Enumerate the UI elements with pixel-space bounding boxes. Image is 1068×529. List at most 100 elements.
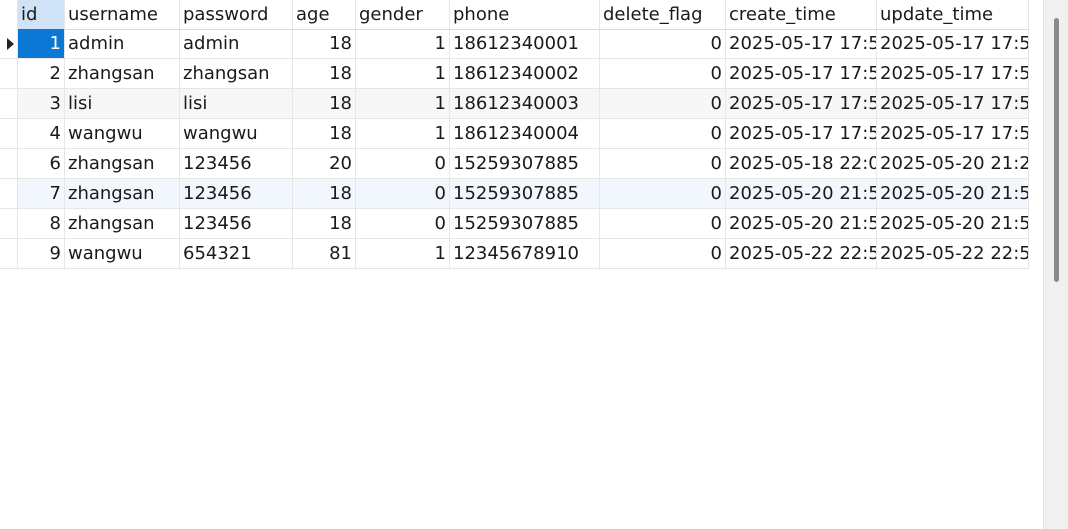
table-row[interactable]: 3 lisi lisi 18 1 18612340003 0 2025-05-1… <box>0 89 1029 119</box>
row-header-corner[interactable] <box>0 0 18 30</box>
cell-create-time[interactable]: 2025-05-18 22:0 <box>726 149 877 179</box>
cell-gender[interactable]: 1 <box>356 59 450 89</box>
cell-password[interactable]: 123456 <box>180 209 293 239</box>
cell-gender[interactable]: 1 <box>356 29 450 59</box>
table-row[interactable]: 9 wangwu 654321 81 1 12345678910 0 2025-… <box>0 239 1029 269</box>
column-header-id[interactable]: id <box>18 0 65 30</box>
data-grid[interactable]: id username password age gender phone de… <box>0 0 1044 529</box>
row-header[interactable] <box>0 179 18 209</box>
cell-age[interactable]: 18 <box>293 29 356 59</box>
cell-phone[interactable]: 18612340004 <box>450 119 600 149</box>
cell-update-time[interactable]: 2025-05-17 17:5 <box>877 29 1029 59</box>
cell-username[interactable]: lisi <box>65 89 180 119</box>
cell-age[interactable]: 18 <box>293 119 356 149</box>
cell-age[interactable]: 18 <box>293 179 356 209</box>
table-row[interactable]: 4 wangwu wangwu 18 1 18612340004 0 2025-… <box>0 119 1029 149</box>
cell-create-time[interactable]: 2025-05-22 22:5 <box>726 239 877 269</box>
column-header-delete-flag[interactable]: delete_flag <box>600 0 726 30</box>
row-header[interactable] <box>0 29 18 59</box>
column-header-password[interactable]: password <box>180 0 293 30</box>
cell-age[interactable]: 18 <box>293 59 356 89</box>
cell-age[interactable]: 20 <box>293 149 356 179</box>
column-header-age[interactable]: age <box>293 0 356 30</box>
cell-create-time[interactable]: 2025-05-20 21:5 <box>726 179 877 209</box>
cell-update-time[interactable]: 2025-05-20 21:2 <box>877 149 1029 179</box>
cell-update-time[interactable]: 2025-05-17 17:5 <box>877 59 1029 89</box>
cell-gender[interactable]: 1 <box>356 239 450 269</box>
row-header[interactable] <box>0 89 18 119</box>
cell-phone[interactable]: 15259307885 <box>450 179 600 209</box>
cell-phone[interactable]: 15259307885 <box>450 209 600 239</box>
cell-password[interactable]: lisi <box>180 89 293 119</box>
cell-age[interactable]: 18 <box>293 209 356 239</box>
cell-password[interactable]: zhangsan <box>180 59 293 89</box>
cell-phone[interactable]: 18612340003 <box>450 89 600 119</box>
cell-username[interactable]: zhangsan <box>65 209 180 239</box>
cell-id[interactable]: 1 <box>18 29 65 59</box>
table-row[interactable]: 1 admin admin 18 1 18612340001 0 2025-05… <box>0 29 1029 59</box>
cell-update-time[interactable]: 2025-05-20 21:5 <box>877 209 1029 239</box>
cell-update-time[interactable]: 2025-05-17 17:5 <box>877 119 1029 149</box>
table-row[interactable]: 8 zhangsan 123456 18 0 15259307885 0 202… <box>0 209 1029 239</box>
cell-username[interactable]: admin <box>65 29 180 59</box>
cell-delete-flag[interactable]: 0 <box>600 119 726 149</box>
row-header[interactable] <box>0 59 18 89</box>
cell-create-time[interactable]: 2025-05-17 17:5 <box>726 29 877 59</box>
cell-username[interactable]: wangwu <box>65 119 180 149</box>
cell-password[interactable]: admin <box>180 29 293 59</box>
cell-update-time[interactable]: 2025-05-22 22:5 <box>877 239 1029 269</box>
cell-id[interactable]: 9 <box>18 239 65 269</box>
cell-phone[interactable]: 18612340001 <box>450 29 600 59</box>
cell-id[interactable]: 6 <box>18 149 65 179</box>
row-header[interactable] <box>0 239 18 269</box>
cell-gender[interactable]: 0 <box>356 209 450 239</box>
cell-gender[interactable]: 1 <box>356 89 450 119</box>
cell-update-time[interactable]: 2025-05-17 17:5 <box>877 89 1029 119</box>
cell-delete-flag[interactable]: 0 <box>600 29 726 59</box>
cell-username[interactable]: zhangsan <box>65 149 180 179</box>
column-header-username[interactable]: username <box>65 0 180 30</box>
cell-delete-flag[interactable]: 0 <box>600 149 726 179</box>
cell-create-time[interactable]: 2025-05-17 17:5 <box>726 119 877 149</box>
cell-delete-flag[interactable]: 0 <box>600 209 726 239</box>
cell-phone[interactable]: 12345678910 <box>450 239 600 269</box>
cell-id[interactable]: 2 <box>18 59 65 89</box>
cell-age[interactable]: 81 <box>293 239 356 269</box>
row-header[interactable] <box>0 149 18 179</box>
cell-delete-flag[interactable]: 0 <box>600 179 726 209</box>
cell-phone[interactable]: 18612340002 <box>450 59 600 89</box>
cell-username[interactable]: zhangsan <box>65 179 180 209</box>
cell-username[interactable]: zhangsan <box>65 59 180 89</box>
table-row[interactable]: 7 zhangsan 123456 18 0 15259307885 0 202… <box>0 179 1029 209</box>
cell-update-time[interactable]: 2025-05-20 21:5 <box>877 179 1029 209</box>
cell-password[interactable]: 123456 <box>180 179 293 209</box>
cell-password[interactable]: 654321 <box>180 239 293 269</box>
cell-create-time[interactable]: 2025-05-17 17:5 <box>726 59 877 89</box>
cell-create-time[interactable]: 2025-05-20 21:5 <box>726 209 877 239</box>
cell-id[interactable]: 7 <box>18 179 65 209</box>
cell-gender[interactable]: 1 <box>356 119 450 149</box>
row-header[interactable] <box>0 119 18 149</box>
cell-id[interactable]: 3 <box>18 89 65 119</box>
column-header-phone[interactable]: phone <box>450 0 600 30</box>
cell-age[interactable]: 18 <box>293 89 356 119</box>
cell-password[interactable]: 123456 <box>180 149 293 179</box>
row-header[interactable] <box>0 209 18 239</box>
vertical-scrollbar-thumb[interactable] <box>1054 18 1059 282</box>
table-row[interactable]: 6 zhangsan 123456 20 0 15259307885 0 202… <box>0 149 1029 179</box>
cell-delete-flag[interactable]: 0 <box>600 89 726 119</box>
cell-phone[interactable]: 15259307885 <box>450 149 600 179</box>
column-header-create-time[interactable]: create_time <box>726 0 877 30</box>
cell-delete-flag[interactable]: 0 <box>600 59 726 89</box>
vertical-scrollbar[interactable] <box>1044 0 1068 529</box>
cell-gender[interactable]: 0 <box>356 149 450 179</box>
cell-password[interactable]: wangwu <box>180 119 293 149</box>
cell-create-time[interactable]: 2025-05-17 17:5 <box>726 89 877 119</box>
cell-username[interactable]: wangwu <box>65 239 180 269</box>
table-row[interactable]: 2 zhangsan zhangsan 18 1 18612340002 0 2… <box>0 59 1029 89</box>
cell-id[interactable]: 8 <box>18 209 65 239</box>
cell-delete-flag[interactable]: 0 <box>600 239 726 269</box>
cell-id[interactable]: 4 <box>18 119 65 149</box>
cell-gender[interactable]: 0 <box>356 179 450 209</box>
column-header-update-time[interactable]: update_time <box>877 0 1029 30</box>
